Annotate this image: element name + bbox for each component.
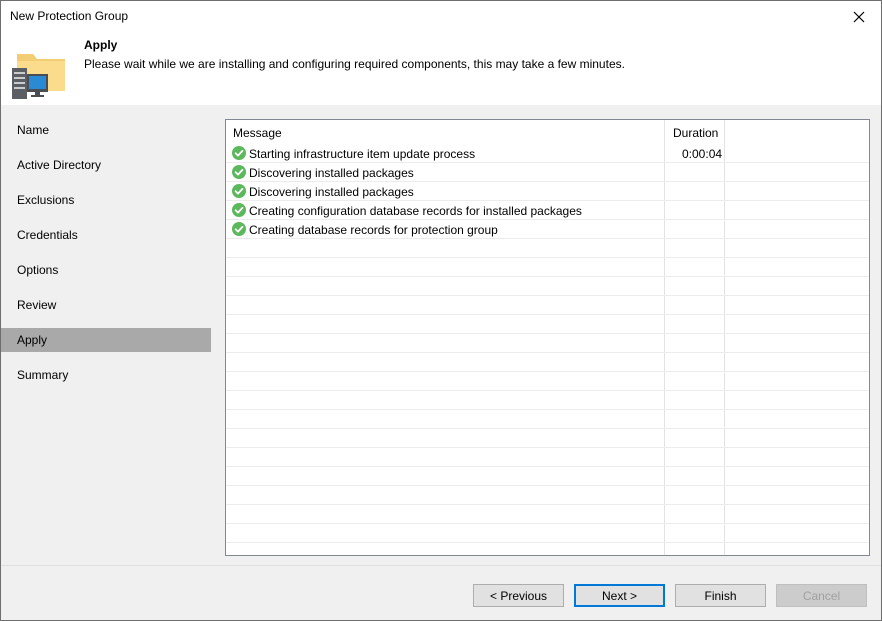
success-check-icon: [232, 184, 246, 198]
step-credentials[interactable]: Credentials: [1, 223, 211, 247]
row-divider: [226, 428, 869, 429]
log-message: Creating database records for protection…: [249, 223, 498, 237]
row-divider: [226, 295, 869, 296]
step-name[interactable]: Name: [1, 118, 211, 142]
finish-button[interactable]: Finish: [675, 584, 766, 607]
row-divider: [226, 485, 869, 486]
row-divider: [226, 371, 869, 372]
next-button[interactable]: Next >: [574, 584, 665, 607]
window-title: New Protection Group: [10, 9, 129, 23]
previous-button[interactable]: < Previous: [473, 584, 564, 607]
log-table-header: Message Duration: [226, 120, 869, 144]
main-panel: Message Duration Starting infrastructure…: [212, 105, 881, 565]
wizard-content: Name Active Directory Exclusions Credent…: [1, 105, 881, 565]
row-divider: [226, 276, 869, 277]
log-row[interactable]: Discovering installed packages: [226, 182, 869, 201]
log-message: Starting infrastructure item update proc…: [249, 147, 476, 161]
title-bar: New Protection Group: [1, 1, 881, 33]
row-divider: [226, 390, 869, 391]
step-active-directory[interactable]: Active Directory: [1, 153, 211, 177]
log-row[interactable]: Creating configuration database records …: [226, 201, 869, 220]
log-row[interactable]: Starting infrastructure item update proc…: [226, 144, 869, 163]
row-divider: [226, 523, 869, 524]
row-divider: [226, 409, 869, 410]
row-divider: [226, 504, 869, 505]
cancel-button[interactable]: Cancel: [776, 584, 867, 607]
row-divider: [226, 333, 869, 334]
row-divider: [226, 314, 869, 315]
log-row[interactable]: Discovering installed packages: [226, 163, 869, 182]
log-message: Creating configuration database records …: [249, 204, 582, 218]
column-header-duration[interactable]: Duration: [673, 126, 718, 140]
success-check-icon: [232, 146, 246, 160]
wizard-window: New Protection Group Apply Please wait w…: [0, 0, 882, 621]
success-check-icon: [232, 203, 246, 217]
step-review[interactable]: Review: [1, 293, 211, 317]
wizard-header: Apply Please wait while we are installin…: [1, 33, 881, 105]
step-exclusions[interactable]: Exclusions: [1, 188, 211, 212]
log-message: Discovering installed packages: [249, 166, 414, 180]
wizard-steps-sidebar: Name Active Directory Exclusions Credent…: [1, 105, 211, 565]
success-check-icon: [232, 222, 246, 236]
row-divider: [226, 352, 869, 353]
row-divider: [226, 257, 869, 258]
log-row[interactable]: Creating database records for protection…: [226, 220, 869, 239]
step-summary[interactable]: Summary: [1, 363, 211, 387]
column-header-message[interactable]: Message: [233, 126, 282, 140]
close-icon: [853, 11, 865, 22]
success-check-icon: [232, 165, 246, 179]
log-message: Discovering installed packages: [249, 185, 414, 199]
row-divider: [226, 466, 869, 467]
page-description: Please wait while we are installing and …: [84, 57, 625, 71]
wizard-footer: < Previous Next > Finish Cancel: [1, 565, 881, 620]
step-options[interactable]: Options: [1, 258, 211, 282]
page-title: Apply: [84, 38, 118, 52]
step-apply[interactable]: Apply: [1, 328, 211, 352]
close-button[interactable]: [837, 1, 881, 32]
row-divider: [226, 542, 869, 543]
log-table[interactable]: Message Duration Starting infrastructure…: [225, 119, 870, 556]
log-duration: 0:00:04: [682, 147, 723, 161]
folder-computer-icon: [12, 54, 65, 99]
row-divider: [226, 447, 869, 448]
